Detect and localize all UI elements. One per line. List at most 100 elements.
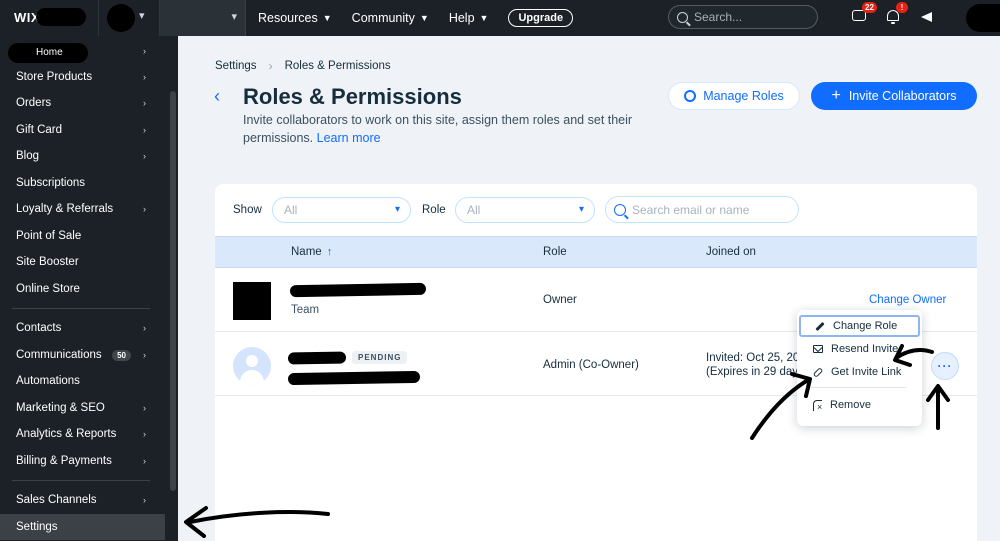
chevron-right-icon: › xyxy=(143,125,146,135)
communications-count-badge: 50 xyxy=(112,349,131,361)
manage-roles-button[interactable]: Manage Roles xyxy=(668,82,800,110)
sidebar-item-communications[interactable]: Communications 50 › xyxy=(0,342,165,368)
breadcrumb-current: Roles & Permissions xyxy=(284,60,391,72)
show-filter-label: Show xyxy=(233,204,262,216)
back-arrow-icon[interactable]: ‹ xyxy=(214,86,220,107)
notifications-button[interactable]: ! xyxy=(884,2,908,27)
sidebar-item-orders[interactable]: Orders › xyxy=(0,90,165,116)
more-actions-button[interactable]: ··· xyxy=(931,352,959,380)
invite-collaborators-button[interactable]: + Invite Collaborators xyxy=(811,82,977,110)
sidebar-item-gift-card[interactable]: Gift Card › xyxy=(0,117,165,143)
top-search[interactable] xyxy=(668,5,818,29)
chevron-down-icon: ▾ xyxy=(231,11,237,23)
chevron-right-icon: › xyxy=(143,495,146,505)
sidebar-item-blog[interactable]: Blog › xyxy=(0,143,165,169)
upgrade-button[interactable]: Upgrade xyxy=(508,9,574,27)
search-icon xyxy=(614,203,626,216)
show-filter-select[interactable]: All ▾ xyxy=(272,197,411,223)
sidebar-item-point-of-sale[interactable]: Point of Sale xyxy=(0,223,165,249)
collaborator-search-input[interactable] xyxy=(632,202,792,217)
site-switcher[interactable]: ▾ xyxy=(98,0,160,36)
redacted-email xyxy=(287,370,421,386)
messages-button[interactable]: 22 xyxy=(850,2,877,27)
redacted-name xyxy=(289,282,427,298)
sidebar-item-marketing-seo[interactable]: Marketing & SEO › xyxy=(0,395,165,421)
chevron-down-icon: ▾ xyxy=(578,204,584,215)
role-filter-label: Role xyxy=(422,204,446,216)
sidebar-item-subscriptions[interactable]: Subscriptions xyxy=(0,170,165,196)
avatar xyxy=(233,347,271,385)
breadcrumb: Settings › Roles & Permissions xyxy=(215,59,391,73)
sidebar-item-sales-channels[interactable]: Sales Channels › xyxy=(0,487,165,513)
top-search-input[interactable] xyxy=(694,10,804,24)
collaborator-search[interactable] xyxy=(605,196,799,223)
invite-expiry: (Expires in 29 days xyxy=(706,366,804,378)
remove-user-icon xyxy=(813,399,822,412)
sidebar-item-billing-payments[interactable]: Billing & Payments › xyxy=(0,448,165,474)
nav-resources[interactable]: Resources ▼ xyxy=(258,11,332,25)
column-role: Role xyxy=(543,246,567,258)
menu-item-resend-invite[interactable]: Resend Invite xyxy=(799,338,920,360)
sidebar-item-analytics-reports[interactable]: Analytics & Reports › xyxy=(0,421,165,447)
chevron-right-icon: › xyxy=(143,403,146,413)
change-owner-link[interactable]: Change Owner xyxy=(869,294,946,306)
nav-help[interactable]: Help ▼ xyxy=(449,11,489,25)
sidebar-divider xyxy=(12,480,150,481)
menu-item-change-role[interactable]: Change Role xyxy=(799,315,920,337)
menu-item-get-invite-link[interactable]: Get Invite Link xyxy=(799,361,920,383)
chevron-down-icon: ▼ xyxy=(479,13,489,23)
learn-more-link[interactable]: Learn more xyxy=(317,131,381,145)
chevron-down-icon: ▾ xyxy=(394,204,400,215)
column-joined: Joined on xyxy=(706,246,756,258)
pencil-icon xyxy=(815,321,825,331)
redacted-name xyxy=(287,351,347,365)
sidebar-scrollbar[interactable] xyxy=(170,91,176,491)
home-tooltip: Home xyxy=(26,44,73,61)
top-navigation: Resources ▼ Community ▼ Help ▼ Upgrade xyxy=(258,0,574,36)
column-name[interactable]: Name ↑ xyxy=(291,246,332,258)
site-avatar xyxy=(107,4,135,32)
plus-icon: + xyxy=(831,87,841,104)
member-role: Owner xyxy=(543,294,577,306)
messages-count-badge: 22 xyxy=(862,2,877,13)
gear-icon xyxy=(684,90,697,102)
sidebar-item-contacts[interactable]: Contacts › xyxy=(0,315,165,341)
filters-bar: Show All ▾ Role All ▾ xyxy=(215,184,977,236)
chevron-down-icon: ▼ xyxy=(419,13,429,23)
sidebar-item-online-store[interactable]: Online Store xyxy=(0,276,165,302)
chevron-down-icon: ▾ xyxy=(139,10,145,22)
menu-item-remove[interactable]: Remove xyxy=(799,394,920,416)
sidebar-item-store-products[interactable]: Store Products › xyxy=(0,64,165,90)
chevron-right-icon: › xyxy=(143,151,146,161)
table-header: Name ↑ Role Joined on xyxy=(215,236,977,268)
user-icon xyxy=(246,355,258,367)
status-badge: PENDING xyxy=(352,351,408,364)
chevron-right-icon: › xyxy=(143,350,146,360)
role-filter-select[interactable]: All ▾ xyxy=(455,197,595,223)
top-bar: WIX ▾ ▾ Resources ▼ Community ▼ Help ▼ U… xyxy=(0,0,1000,36)
mail-icon xyxy=(813,345,823,353)
site-selector-dropdown[interactable]: ▾ xyxy=(160,0,246,36)
page-title: Roles & Permissions xyxy=(243,84,462,109)
breadcrumb-settings[interactable]: Settings xyxy=(215,60,257,72)
chevron-down-icon: ▼ xyxy=(322,13,332,23)
redacted-account-name xyxy=(36,8,86,26)
chevron-right-icon: › xyxy=(268,59,273,73)
link-icon xyxy=(812,366,824,378)
chevron-right-icon: › xyxy=(143,429,146,439)
chevron-right-icon: › xyxy=(143,72,146,82)
sidebar-item-home[interactable]: Home › xyxy=(0,38,165,64)
row-actions-menu: Change Role Resend Invite Get Invite Lin… xyxy=(797,310,922,426)
nav-community[interactable]: Community ▼ xyxy=(352,11,429,25)
user-avatar[interactable] xyxy=(966,4,1000,32)
sidebar-item-automations[interactable]: Automations xyxy=(0,368,165,394)
search-icon xyxy=(677,11,688,23)
sidebar-item-loyalty-referrals[interactable]: Loyalty & Referrals › xyxy=(0,196,165,222)
sidebar-item-settings[interactable]: Settings xyxy=(0,514,165,540)
announcements-button[interactable] xyxy=(918,7,938,27)
member-subtitle: Team xyxy=(291,304,320,316)
sort-up-icon: ↑ xyxy=(326,246,333,258)
chevron-right-icon: › xyxy=(143,98,146,108)
chevron-right-icon: › xyxy=(143,46,146,56)
sidebar-item-site-booster[interactable]: Site Booster xyxy=(0,249,165,275)
